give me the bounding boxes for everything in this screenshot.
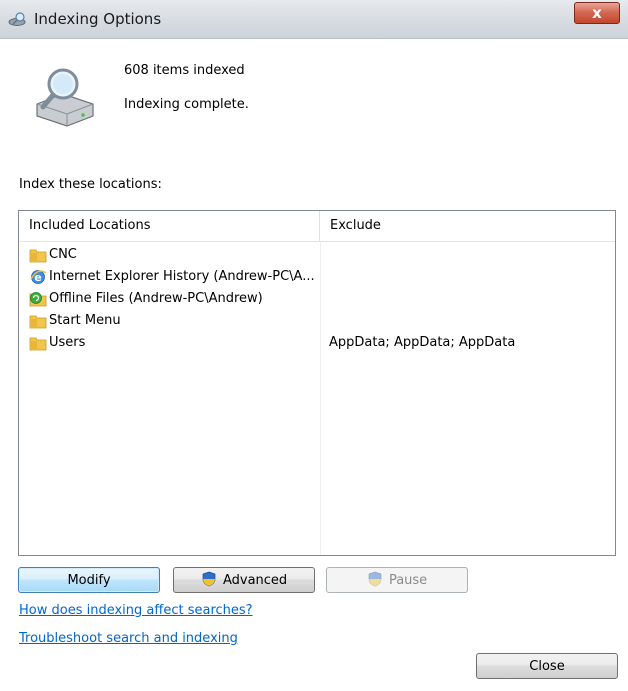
folder-icon bbox=[29, 337, 47, 351]
uac-shield-icon bbox=[202, 571, 216, 587]
column-header-exclude[interactable]: Exclude bbox=[320, 211, 610, 241]
location-name: Start Menu bbox=[49, 313, 121, 328]
pause-button[interactable]: Pause bbox=[326, 567, 468, 593]
uac-shield-icon bbox=[368, 571, 382, 587]
help-link-indexing-affect[interactable]: How does indexing affect searches? bbox=[19, 603, 253, 618]
modify-button[interactable]: Modify bbox=[18, 567, 160, 593]
list-header: Included Locations Exclude bbox=[19, 211, 615, 242]
advanced-button[interactable]: Advanced bbox=[173, 567, 315, 593]
pause-button-label: Pause bbox=[388, 573, 428, 588]
column-header-included[interactable]: Included Locations bbox=[19, 211, 320, 241]
close-window-button[interactable]: x bbox=[574, 2, 620, 24]
offline-files-icon bbox=[29, 292, 47, 307]
help-link-troubleshoot[interactable]: Troubleshoot search and indexing bbox=[19, 631, 238, 646]
location-row-start-menu[interactable]: Start Menu bbox=[29, 310, 609, 332]
items-indexed-count: 608 items indexed bbox=[124, 63, 245, 78]
location-row-offline-files[interactable]: Offline Files (Andrew-PC\Andrew) bbox=[29, 288, 609, 310]
indexed-drive-icon bbox=[36, 68, 94, 127]
locations-list[interactable]: Included Locations Exclude CNC e Interne… bbox=[18, 210, 616, 556]
ie-icon: e bbox=[30, 270, 47, 284]
location-row-ie-history[interactable]: e Internet Explorer History (Andrew-PC\A… bbox=[29, 266, 609, 288]
folder-icon bbox=[29, 315, 47, 329]
title-bar[interactable]: Indexing Options x bbox=[0, 0, 628, 39]
indexing-options-icon bbox=[8, 12, 26, 26]
location-row-users[interactable]: Users AppData; AppData; AppData bbox=[29, 332, 609, 354]
location-exclude: AppData; AppData; AppData bbox=[329, 335, 516, 350]
location-name: Internet Explorer History (Andrew-PC\A..… bbox=[49, 269, 315, 284]
location-name: Offline Files (Andrew-PC\Andrew) bbox=[49, 291, 263, 306]
modify-button-label: Modify bbox=[67, 573, 111, 588]
location-name: CNC bbox=[49, 247, 77, 262]
locations-heading: Index these locations: bbox=[19, 177, 162, 192]
folder-icon bbox=[29, 249, 47, 263]
location-row-cnc[interactable]: CNC bbox=[29, 244, 609, 266]
location-name: Users bbox=[49, 335, 86, 350]
advanced-button-label: Advanced bbox=[222, 573, 288, 588]
close-button[interactable]: Close bbox=[476, 653, 618, 679]
window-title: Indexing Options bbox=[34, 10, 162, 28]
close-button-label: Close bbox=[529, 659, 565, 674]
indexing-status: Indexing complete. bbox=[124, 97, 249, 112]
